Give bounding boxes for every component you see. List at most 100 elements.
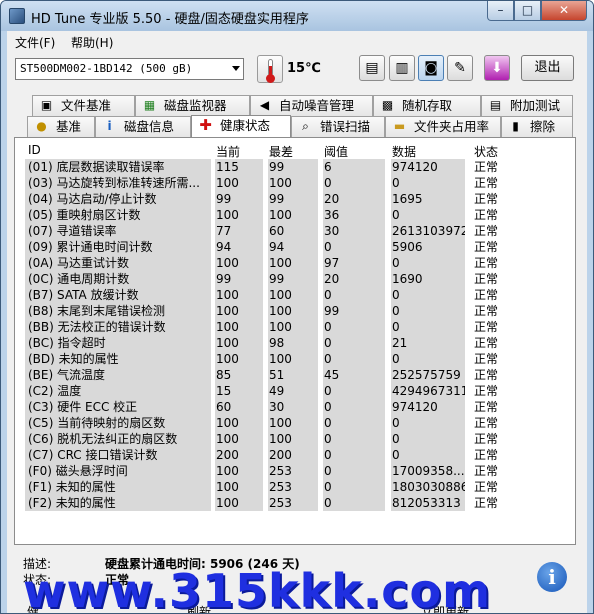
tab-disk-info[interactable]: i 磁盘信息 <box>95 116 191 137</box>
attr-name: (05) 重映射扇区计数 <box>25 207 211 223</box>
attr-threshold: 0 <box>323 239 385 255</box>
thermometer-icon <box>257 55 283 83</box>
table-row[interactable]: (04) 马达启动/停止计数 99 99 20 1695 正常 <box>25 191 565 207</box>
tab-error-scan[interactable]: ⌕ 错误扫描 <box>291 116 385 137</box>
health-cross-icon: ✚ <box>199 116 212 134</box>
update-now-button[interactable]: 立即更新 <box>421 603 469 613</box>
attr-worst: 253 <box>268 495 318 511</box>
screenshot-button[interactable]: ◙ <box>418 55 444 81</box>
copy-info-button[interactable]: ▥ <box>389 55 415 81</box>
menu-help[interactable]: 帮助(H) <box>71 34 113 51</box>
attr-threshold: 30 <box>323 223 385 239</box>
attr-status: 正常 <box>474 256 499 270</box>
table-row[interactable]: (C2) 温度 15 49 0 4294967311 正常 <box>25 383 565 399</box>
attr-data: 17009358... <box>391 463 465 479</box>
attr-name: (C2) 温度 <box>25 383 211 399</box>
bottom-strip <box>7 599 587 613</box>
table-row[interactable]: (F0) 磁头悬浮时间 100 253 0 17009358... 正常 <box>25 463 565 479</box>
menu-file[interactable]: 文件(F) <box>15 34 55 51</box>
table-row[interactable]: (01) 底层数据读取错误率 115 99 6 974120 正常 <box>25 159 565 175</box>
table-row[interactable]: (C3) 硬件 ECC 校正 60 30 0 974120 正常 <box>25 399 565 415</box>
attr-data: 252575759 <box>391 367 465 383</box>
table-row[interactable]: (09) 累计通电时间计数 94 94 0 5906 正常 <box>25 239 565 255</box>
tab-aam[interactable]: ◀ 自动噪音管理 <box>250 95 373 116</box>
attr-threshold: 0 <box>323 399 385 415</box>
col-header-worst[interactable]: 最差 <box>269 143 293 160</box>
col-header-current[interactable]: 当前 <box>216 143 240 160</box>
maximize-button[interactable]: □ <box>514 1 541 21</box>
save-download-icon: ⬇ <box>491 60 503 76</box>
table-row[interactable]: (F2) 未知的属性 100 253 0 812053313 正常 <box>25 495 565 511</box>
table-row[interactable]: (B7) SATA 放缓计数 100 100 0 0 正常 <box>25 287 565 303</box>
table-row[interactable]: (BE) 气流温度 85 51 45 252575759 正常 <box>25 367 565 383</box>
exit-button[interactable]: 退出 <box>521 55 574 81</box>
attr-data: 1690 <box>391 271 465 287</box>
tab-benchmark[interactable]: ● 基准 <box>27 116 95 137</box>
attr-current: 100 <box>215 319 263 335</box>
chevron-down-icon <box>232 66 240 71</box>
speaker-icon: ◀ <box>259 98 270 112</box>
drive-select[interactable]: ST500DM002-1BD142 (500 gB) <box>15 58 244 80</box>
attr-current: 85 <box>215 367 263 383</box>
table-row[interactable]: (BC) 指令超时 100 98 0 21 正常 <box>25 335 565 351</box>
col-header-threshold[interactable]: 阈值 <box>324 143 348 160</box>
title-bar[interactable]: HD Tune 专业版 5.50 - 硬盘/固态硬盘实用程序 – □ ✕ <box>1 1 593 31</box>
tab-file-benchmark[interactable]: ▣ 文件基准 <box>32 95 135 116</box>
attr-worst: 100 <box>268 351 318 367</box>
hdtune-app-icon <box>9 8 25 24</box>
table-row[interactable]: (BD) 未知的属性 100 100 0 0 正常 <box>25 351 565 367</box>
attr-current: 60 <box>215 399 263 415</box>
attr-worst: 49 <box>268 383 318 399</box>
col-header-status[interactable]: 状态 <box>474 143 498 160</box>
refresh-button[interactable]: 刷新 <box>187 603 211 613</box>
menu-bar: 文件(F) 帮助(H) <box>7 31 587 51</box>
attr-name: (01) 底层数据读取错误率 <box>25 159 211 175</box>
attr-current: 100 <box>215 207 263 223</box>
tab-folder-usage[interactable]: ▬ 文件夹占用率 <box>385 116 501 137</box>
attr-threshold: 0 <box>323 175 385 191</box>
tab-disk-monitor[interactable]: ▦ 磁盘监视器 <box>135 95 250 116</box>
table-row[interactable]: (0C) 通电周期计数 99 99 20 1690 正常 <box>25 271 565 287</box>
table-row[interactable]: (C7) CRC 接口错误计数 200 200 0 0 正常 <box>25 447 565 463</box>
info-icon: i <box>107 119 112 133</box>
table-row[interactable]: (05) 重映射扇区计数 100 100 36 0 正常 <box>25 207 565 223</box>
table-row[interactable]: (03) 马达旋转到标准转速所需... 100 100 0 0 正常 <box>25 175 565 191</box>
table-row[interactable]: (BB) 无法校正的错误计数 100 100 0 0 正常 <box>25 319 565 335</box>
tab-extra-tests[interactable]: ▤ 附加测试 <box>481 95 573 116</box>
minimize-button[interactable]: – <box>487 1 514 21</box>
table-row[interactable]: (B8) 末尾到末尾错误检测 100 100 99 0 正常 <box>25 303 565 319</box>
table-row[interactable]: (07) 寻道错误率77 60 30 26131039729 正常 <box>25 223 565 239</box>
col-header-id[interactable]: ID <box>28 143 41 157</box>
info-icon-button[interactable]: i <box>537 562 567 592</box>
tab-random-access[interactable]: ▩ 随机存取 <box>373 95 481 116</box>
copy-text-button[interactable]: ▤ <box>359 55 385 81</box>
attr-threshold: 0 <box>323 447 385 463</box>
col-header-data[interactable]: 数据 <box>392 143 416 160</box>
tab-health[interactable]: ✚ 健康状态 <box>191 115 291 138</box>
attr-current: 99 <box>215 271 263 287</box>
table-row[interactable]: (C5) 当前待映射的扇区数 100 100 0 0 正常 <box>25 415 565 431</box>
attr-worst: 51 <box>268 367 318 383</box>
attr-name: (07) 寻道错误率 <box>25 223 211 239</box>
table-row[interactable]: (F1) 未知的属性 100 253 0 1803030886 正常 <box>25 479 565 495</box>
table-row[interactable]: (0A) 马达重试计数 100 100 97 0 正常 <box>25 255 565 271</box>
tab-erase[interactable]: ▮ 擦除 <box>501 116 573 137</box>
attr-name: (09) 累计通电时间计数 <box>25 239 211 255</box>
attr-threshold: 97 <box>323 255 385 271</box>
attr-threshold: 6 <box>323 159 385 175</box>
attr-name: (B8) 末尾到末尾错误检测 <box>25 303 211 319</box>
smart-table-panel: ID 当前 最差 阈值 数据 状态 (01) 底层数据读取错误率 115 99 6 97… <box>14 137 576 545</box>
health-log-checkbox[interactable]: 健 <box>27 603 39 613</box>
attr-threshold: 0 <box>323 479 385 495</box>
attr-worst: 30 <box>268 399 318 415</box>
close-button[interactable]: ✕ <box>541 1 587 21</box>
attr-data: 0 <box>391 319 465 335</box>
attr-data: 0 <box>391 175 465 191</box>
save-button[interactable]: ⬇ <box>484 55 510 81</box>
table-row[interactable]: (C6) 脱机无法纠正的扇区数 100 100 0 0 正常 <box>25 431 565 447</box>
options-button[interactable]: ✎ <box>447 55 473 81</box>
copy-text-icon: ▤ <box>365 60 379 76</box>
copy-info-icon: ▥ <box>395 60 409 76</box>
status-label: 状态: <box>23 573 52 587</box>
attr-threshold: 0 <box>323 495 385 511</box>
